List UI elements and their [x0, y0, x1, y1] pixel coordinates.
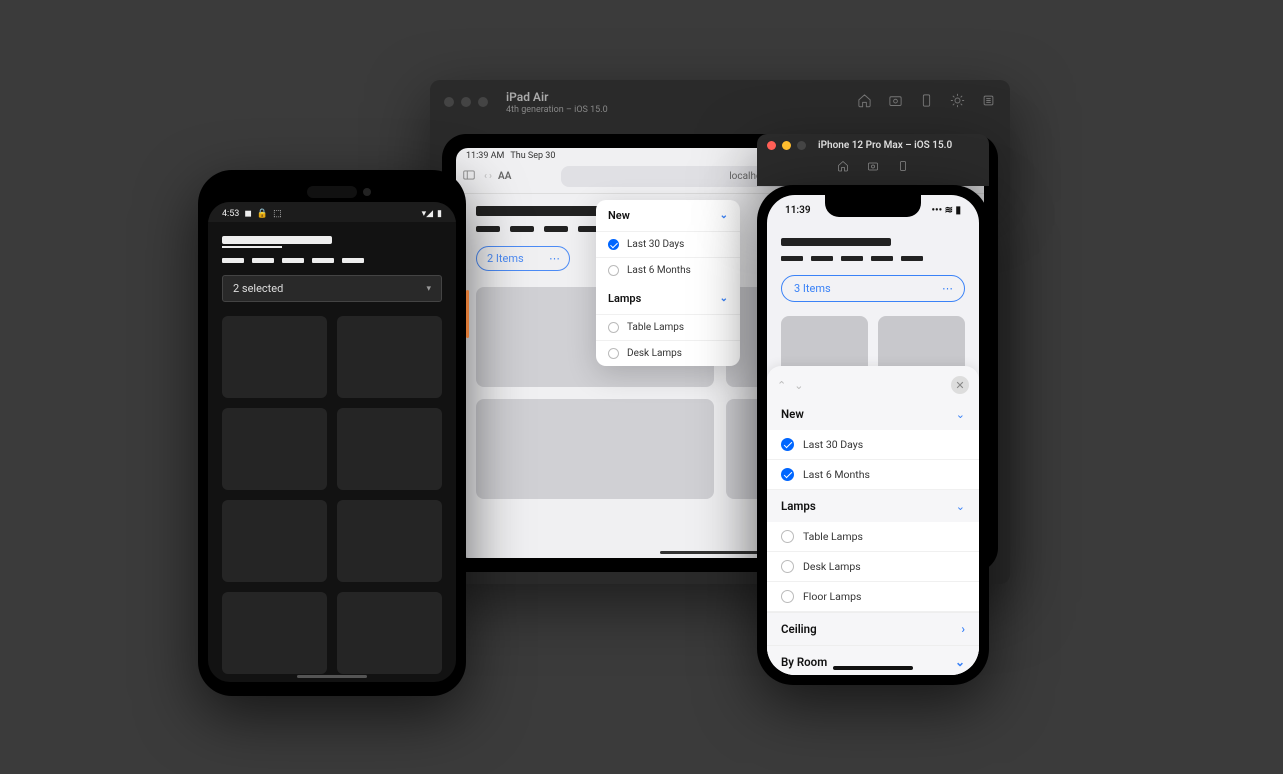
traffic-lights[interactable] [444, 97, 488, 107]
iphone-screen: 11:39 ••• ≋ ▮ 3 Items ⋯ [767, 195, 979, 675]
product-placeholder[interactable] [222, 316, 327, 398]
option-floor-lamps[interactable]: Floor Lamps [767, 582, 979, 612]
status-time: 11:39 AM [466, 151, 504, 161]
home-icon[interactable] [837, 157, 849, 176]
more-icon: ⋯ [549, 252, 559, 265]
screenshot-icon[interactable] [888, 93, 903, 112]
home-indicator[interactable] [833, 666, 913, 670]
filter-chip-label: 3 Items [794, 282, 831, 295]
filter-select[interactable]: 2 selected ▾ [222, 275, 442, 302]
option-desk-lamps[interactable]: Desk Lamps [596, 340, 740, 366]
popover-section-new[interactable]: New ⌄ [596, 200, 740, 231]
product-placeholder[interactable] [337, 592, 442, 674]
chevron-down-icon: ▾ [426, 284, 431, 294]
android-earpiece [307, 186, 357, 198]
more-icon: ⋯ [942, 282, 952, 295]
status-indicator-icon: ◼ [244, 209, 251, 219]
filter-chip[interactable]: 2 Items ⋯ [476, 246, 570, 271]
battery-icon: ▮ [437, 209, 442, 219]
chevron-down-icon: ⌄ [955, 655, 965, 669]
option-last-30-days[interactable]: Last 30 Days [767, 430, 979, 460]
option-last-6-months[interactable]: Last 6 Months [767, 460, 979, 490]
lock-icon: 🔒 [257, 209, 268, 219]
forward-icon[interactable]: › [489, 171, 492, 182]
radio-icon [608, 348, 619, 359]
sheet-section-lamps[interactable]: Lamps ⌄ [767, 490, 979, 522]
product-placeholder[interactable] [476, 399, 714, 499]
iphone-notch [825, 195, 921, 217]
home-icon[interactable] [857, 93, 872, 112]
iphone-simulator-window: iPhone 12 Pro Max – iOS 15.0 11:39 ••• ≋… [757, 134, 989, 685]
radio-checked-icon [781, 438, 794, 451]
chevron-down-icon: ⌄ [956, 408, 965, 421]
close-button[interactable]: ✕ [951, 376, 969, 394]
radio-icon [781, 530, 794, 543]
product-placeholder[interactable] [222, 408, 327, 490]
back-icon[interactable]: ‹ [484, 171, 487, 182]
product-placeholder[interactable] [222, 592, 327, 674]
screenshot-icon[interactable] [867, 157, 879, 176]
skeleton-title [222, 236, 332, 244]
status-time: 11:39 [785, 205, 811, 216]
popover-section-lamps[interactable]: Lamps ⌄ [596, 283, 740, 314]
close-button[interactable] [767, 141, 776, 150]
zoom-button[interactable] [797, 141, 806, 150]
status-icon: ⬚ [273, 209, 282, 219]
ipad-subtitle: 4th generation – iOS 15.0 [506, 105, 851, 115]
filter-popover: New ⌄ Last 30 Days Last 6 Months [596, 200, 740, 366]
chevron-down-icon: ⌄ [720, 210, 728, 221]
home-indicator[interactable] [297, 675, 367, 678]
option-table-lamps[interactable]: Table Lamps [596, 314, 740, 340]
skeleton-title [781, 238, 891, 246]
ipad-title: iPad Air [506, 90, 851, 104]
rotate-icon[interactable] [897, 157, 909, 176]
chevron-right-icon: › [961, 622, 965, 636]
android-screen: 4:53 ◼ 🔒 ⬚ ▾◢ ▮ 2 selected ▾ [208, 202, 456, 682]
radio-icon [781, 590, 794, 603]
text-size-button[interactable]: AA [498, 171, 511, 182]
product-placeholder[interactable] [337, 316, 442, 398]
sheet-section-ceiling[interactable]: Ceiling › [767, 612, 979, 645]
product-placeholder[interactable] [337, 408, 442, 490]
filter-sheet: ⌃ ⌄ ✕ New ⌄ Last 30 Days Last 6 Months [767, 366, 979, 675]
radio-checked-icon [781, 468, 794, 481]
chevron-up-icon[interactable]: ⌃ [777, 379, 786, 392]
chevron-down-icon[interactable]: ⌄ [794, 379, 803, 392]
menu-icon[interactable] [981, 93, 996, 112]
option-desk-lamps[interactable]: Desk Lamps [767, 552, 979, 582]
iphone-device-frame: 11:39 ••• ≋ ▮ 3 Items ⋯ [757, 185, 989, 685]
iphone-titlebar: iPhone 12 Pro Max – iOS 15.0 [757, 134, 989, 186]
chevron-down-icon: ⌄ [720, 293, 728, 304]
product-placeholder[interactable] [222, 500, 327, 582]
appearance-icon[interactable] [950, 93, 965, 112]
select-label: 2 selected [233, 282, 283, 295]
ipad-titlebar: iPad Air 4th generation – iOS 15.0 [430, 80, 1010, 124]
rotate-icon[interactable] [919, 93, 934, 112]
product-placeholder[interactable] [337, 500, 442, 582]
volume-button[interactable] [466, 290, 469, 338]
radio-icon [608, 322, 619, 333]
radio-icon [781, 560, 794, 573]
radio-icon [608, 265, 619, 276]
skeleton-title [476, 206, 616, 216]
sheet-section-by-room[interactable]: By Room ⌄ [767, 645, 979, 675]
chevron-down-icon: ⌄ [956, 500, 965, 513]
filter-chip-label: 2 Items [487, 252, 524, 265]
status-icons: ••• ≋ ▮ [932, 205, 962, 216]
sheet-section-new[interactable]: New ⌄ [767, 398, 979, 430]
status-time: 4:53 [222, 209, 239, 219]
option-table-lamps[interactable]: Table Lamps [767, 522, 979, 552]
status-date: Thu Sep 30 [510, 151, 555, 161]
filter-chip[interactable]: 3 Items ⋯ [781, 275, 965, 302]
radio-checked-icon [608, 239, 619, 250]
minimize-button[interactable] [782, 141, 791, 150]
iphone-title: iPhone 12 Pro Max – iOS 15.0 [818, 140, 979, 151]
signal-icon: ▾◢ [422, 209, 433, 219]
android-device: 4:53 ◼ 🔒 ⬚ ▾◢ ▮ 2 selected ▾ [198, 170, 466, 696]
option-last-6-months[interactable]: Last 6 Months [596, 257, 740, 283]
option-last-30-days[interactable]: Last 30 Days [596, 231, 740, 257]
